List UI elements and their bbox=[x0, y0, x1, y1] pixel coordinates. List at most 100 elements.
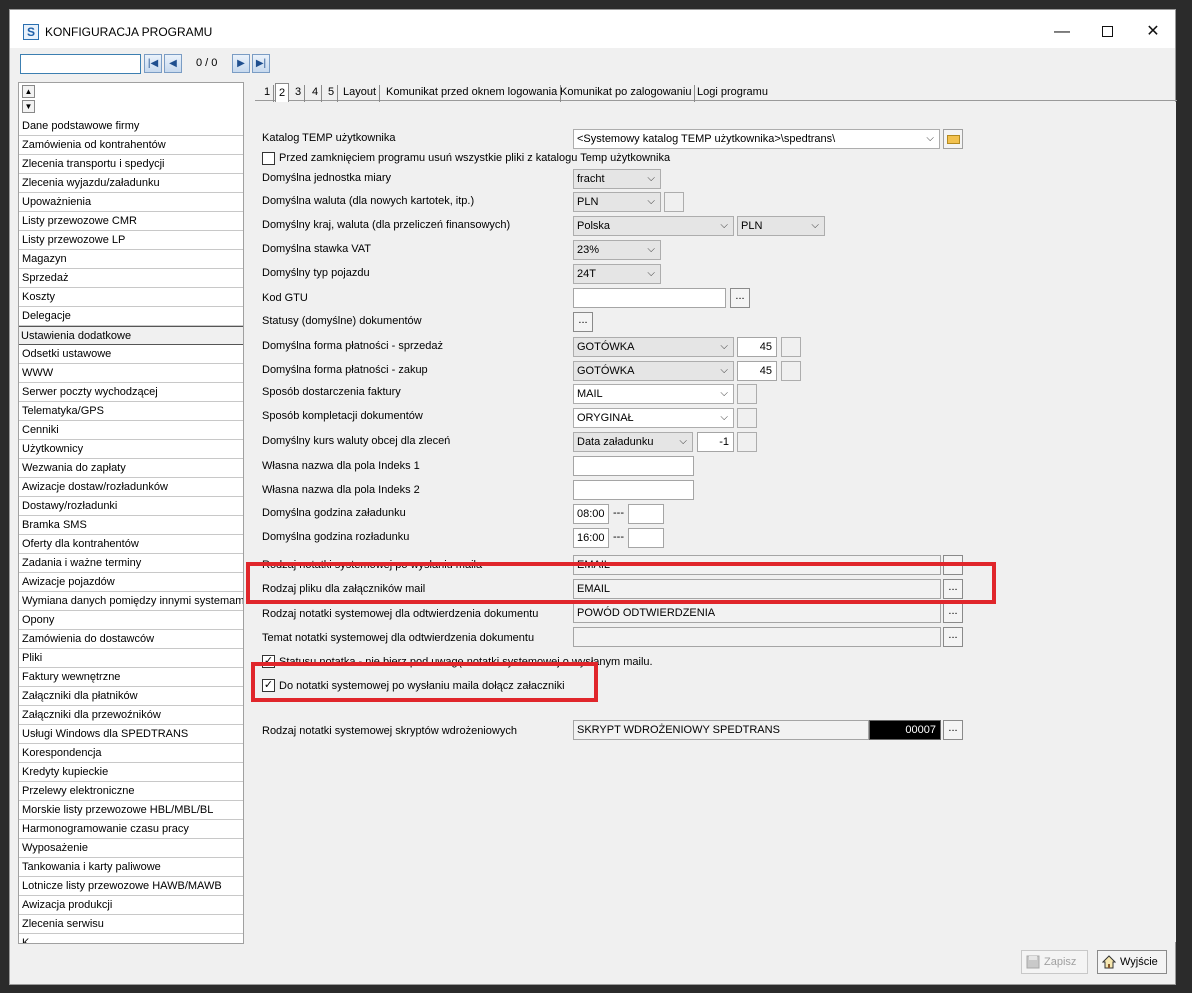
folder-open-button[interactable] bbox=[943, 129, 963, 149]
sidebar-item[interactable]: Zamówienia do dostawców bbox=[19, 630, 243, 649]
confirm-note-browse-button[interactable]: ... bbox=[943, 603, 963, 623]
sidebar-item[interactable]: Pliki bbox=[19, 649, 243, 668]
sidebar-item[interactable]: Morskie listy przewozowe HBL/MBL/BL bbox=[19, 801, 243, 820]
last-record-button[interactable]: ▶| bbox=[252, 54, 270, 73]
tab-4[interactable]: 4 bbox=[309, 85, 323, 102]
scroll-up-button[interactable]: ▲ bbox=[22, 85, 35, 98]
sidebar-item[interactable]: Awizacje pojazdów bbox=[19, 573, 243, 592]
sidebar-item[interactable]: Harmonogramowanie czasu pracy bbox=[19, 820, 243, 839]
next-record-button[interactable]: ▶ bbox=[232, 54, 250, 73]
vat-select[interactable]: 23% ⌵ bbox=[573, 240, 661, 260]
scripts-browse-button[interactable]: ... bbox=[943, 720, 963, 740]
tab-3[interactable]: 3 bbox=[292, 85, 306, 102]
minimize-button[interactable]: — bbox=[1040, 18, 1084, 46]
save-button[interactable]: Zapisz bbox=[1021, 950, 1088, 974]
delivery-select[interactable]: MAIL ⌵ bbox=[573, 384, 734, 404]
country-select[interactable]: Polska ⌵ bbox=[573, 216, 734, 236]
tab-5[interactable]: 5 bbox=[325, 85, 339, 102]
sidebar-item[interactable]: Zadania i ważne terminy bbox=[19, 554, 243, 573]
pay-buy-select[interactable]: GOTÓWKA ⌵ bbox=[573, 361, 734, 381]
pay-sale-select[interactable]: GOTÓWKA ⌵ bbox=[573, 337, 734, 357]
sidebar-item[interactable]: Bramka SMS bbox=[19, 516, 243, 535]
load-time-end-input[interactable] bbox=[628, 504, 664, 524]
sidebar-item[interactable]: Ustawienia dodatkowe bbox=[19, 326, 243, 345]
currency-select[interactable]: PLN ⌵ bbox=[573, 192, 661, 212]
gtu-input[interactable] bbox=[573, 288, 726, 308]
sidebar-item[interactable]: Awizacje dostaw/rozładunków bbox=[19, 478, 243, 497]
tab-login-message[interactable]: Komunikat przed oknem logowania bbox=[383, 85, 562, 102]
sidebar-item[interactable]: Przelewy elektroniczne bbox=[19, 782, 243, 801]
tab-program-logs[interactable]: Logi programu bbox=[694, 85, 771, 102]
delete-temp-checkbox[interactable] bbox=[262, 152, 275, 165]
sidebar-item[interactable]: Sprzedaż bbox=[19, 269, 243, 288]
sidebar-item[interactable]: Lotnicze listy przewozowe HAWB/MAWB bbox=[19, 877, 243, 896]
completion-select[interactable]: ORYGINAŁ ⌵ bbox=[573, 408, 734, 428]
scripts-input[interactable]: SKRYPT WDROŻENIOWY SPEDTRANS bbox=[573, 720, 869, 740]
unload-time-input[interactable]: 16:00 bbox=[573, 528, 609, 548]
sidebar-item[interactable]: Wymiana danych pomiędzy innymi systemami bbox=[19, 592, 243, 611]
rate-extra-box[interactable] bbox=[737, 432, 757, 452]
unload-time-end-input[interactable] bbox=[628, 528, 664, 548]
sidebar-item[interactable]: Magazyn bbox=[19, 250, 243, 269]
statuses-browse-button[interactable]: ... bbox=[573, 312, 593, 332]
sidebar-item[interactable]: Dostawy/rozładunki bbox=[19, 497, 243, 516]
sidebar-item[interactable]: Listy przewozowe CMR bbox=[19, 212, 243, 231]
pay-sale-days-input[interactable]: 45 bbox=[737, 337, 777, 357]
sidebar-item[interactable]: Dane podstawowe firmy bbox=[19, 117, 243, 136]
sidebar-item[interactable]: Koszty bbox=[19, 288, 243, 307]
completion-extra-box[interactable] bbox=[737, 408, 757, 428]
currency-extra-box[interactable] bbox=[664, 192, 684, 212]
sidebar-item[interactable]: Telematyka/GPS bbox=[19, 402, 243, 421]
pay-buy-days-input[interactable]: 45 bbox=[737, 361, 777, 381]
sidebar-item[interactable]: Zlecenia serwisu bbox=[19, 915, 243, 934]
tab-2[interactable]: 2 bbox=[275, 83, 290, 102]
sidebar-item[interactable]: Serwer poczty wychodzącej bbox=[19, 383, 243, 402]
tab-1[interactable]: 1 bbox=[261, 85, 275, 102]
exit-button[interactable]: Wyjście bbox=[1097, 950, 1167, 974]
pay-sale-extra-box[interactable] bbox=[781, 337, 801, 357]
sidebar-item[interactable]: Opony bbox=[19, 611, 243, 630]
sidebar-item[interactable]: Zlecenia wyjazdu/załadunku bbox=[19, 174, 243, 193]
sidebar-item[interactable]: K bbox=[19, 934, 243, 943]
pay-buy-extra-box[interactable] bbox=[781, 361, 801, 381]
sidebar-item[interactable]: Listy przewozowe LP bbox=[19, 231, 243, 250]
sidebar-item[interactable]: Odsetki ustawowe bbox=[19, 345, 243, 364]
sidebar-item[interactable]: Delegacje bbox=[19, 307, 243, 326]
sidebar-item[interactable]: Tankowania i karty paliwowe bbox=[19, 858, 243, 877]
first-record-button[interactable]: |◀ bbox=[144, 54, 162, 73]
sidebar-item[interactable]: Upoważnienia bbox=[19, 193, 243, 212]
load-time-input[interactable]: 08:00 bbox=[573, 504, 609, 524]
close-button[interactable]: ✕ bbox=[1131, 18, 1175, 46]
temp-dir-select[interactable]: <Systemowy katalog TEMP użytkownika>\spe… bbox=[573, 129, 940, 149]
index2-input[interactable] bbox=[573, 480, 694, 500]
sidebar-item[interactable]: Wezwania do zapłaty bbox=[19, 459, 243, 478]
tab-post-login-message[interactable]: Komunikat po zalogowaniu bbox=[557, 85, 696, 102]
sidebar-item[interactable]: Zamówienia od kontrahentów bbox=[19, 136, 243, 155]
sidebar-item[interactable]: Zlecenia transportu i spedycji bbox=[19, 155, 243, 174]
sidebar-item[interactable]: Faktury wewnętrzne bbox=[19, 668, 243, 687]
search-input[interactable] bbox=[20, 54, 141, 74]
sidebar-item[interactable]: Oferty dla kontrahentów bbox=[19, 535, 243, 554]
confirm-note-input[interactable]: POWÓD ODTWIERDZENIA bbox=[573, 603, 941, 623]
sidebar-item[interactable]: Załączniki dla przewoźników bbox=[19, 706, 243, 725]
gtu-browse-button[interactable]: ... bbox=[730, 288, 750, 308]
delivery-extra-box[interactable] bbox=[737, 384, 757, 404]
sidebar-item[interactable]: Wyposażenie bbox=[19, 839, 243, 858]
maximize-button[interactable] bbox=[1085, 18, 1129, 46]
vehicle-select[interactable]: 24T ⌵ bbox=[573, 264, 661, 284]
sidebar-item[interactable]: Cenniki bbox=[19, 421, 243, 440]
sidebar-item[interactable]: Usługi Windows dla SPEDTRANS bbox=[19, 725, 243, 744]
prev-record-button[interactable]: ◀ bbox=[164, 54, 182, 73]
unit-select[interactable]: fracht ⌵ bbox=[573, 169, 661, 189]
rate-offset-input[interactable]: -1 bbox=[697, 432, 734, 452]
tab-layout[interactable]: Layout bbox=[340, 85, 381, 102]
sidebar-item[interactable]: Użytkownicy bbox=[19, 440, 243, 459]
sidebar-item[interactable]: Korespondencja bbox=[19, 744, 243, 763]
sidebar-item[interactable]: WWW bbox=[19, 364, 243, 383]
sidebar-item[interactable]: Kredyty kupieckie bbox=[19, 763, 243, 782]
index1-input[interactable] bbox=[573, 456, 694, 476]
sidebar-item[interactable]: Awizacja produkcji bbox=[19, 896, 243, 915]
sidebar-item[interactable]: Załączniki dla płatników bbox=[19, 687, 243, 706]
confirm-topic-browse-button[interactable]: ... bbox=[943, 627, 963, 647]
rate-select[interactable]: Data załadunku ⌵ bbox=[573, 432, 693, 452]
